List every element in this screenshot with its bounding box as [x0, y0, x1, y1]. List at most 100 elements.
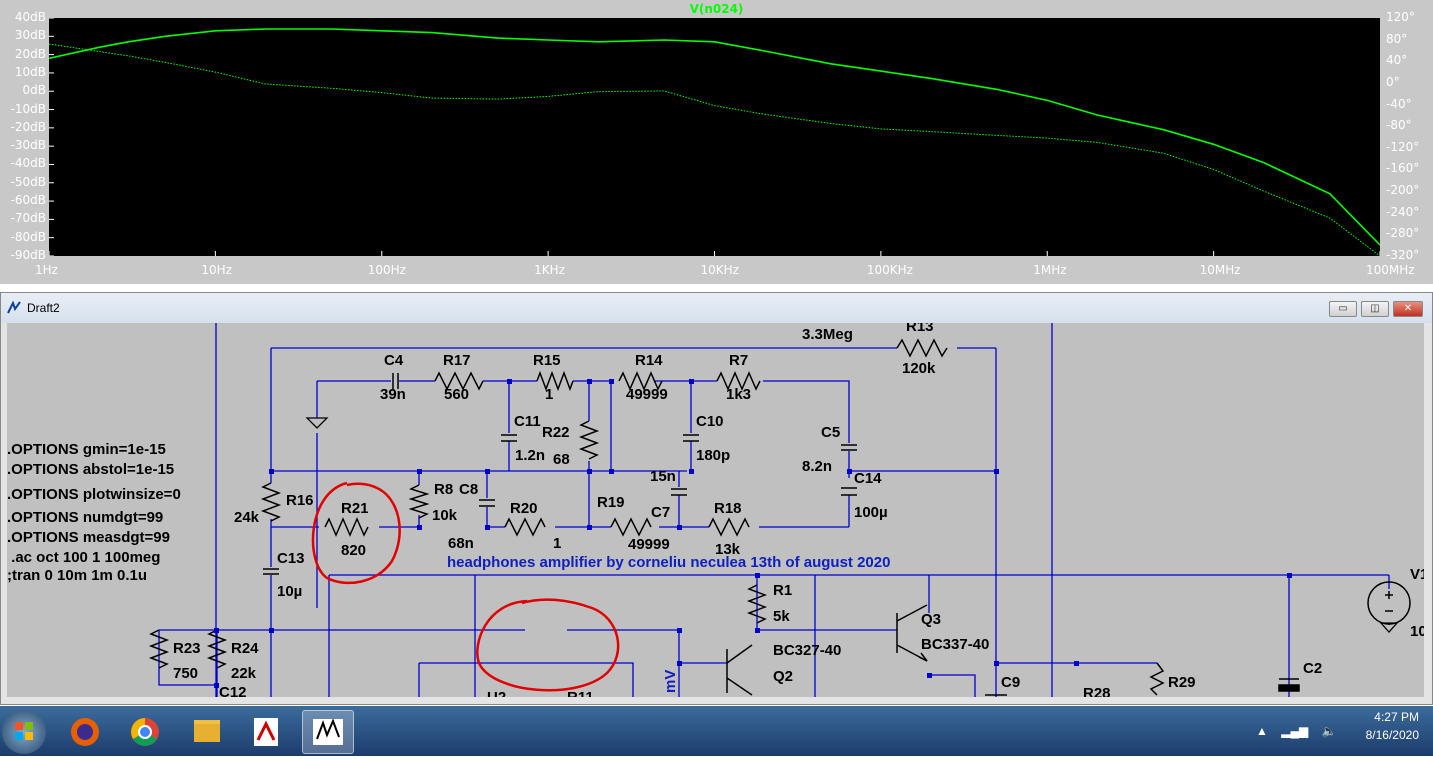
- right-axis-tick: 120°: [1386, 10, 1415, 24]
- label-c14[interactable]: C14: [854, 470, 882, 487]
- label-r28[interactable]: R28: [1083, 685, 1111, 697]
- value-c11[interactable]: 1.2n: [515, 447, 545, 464]
- label-r29[interactable]: R29: [1168, 674, 1196, 691]
- x-axis-tick: 10Hz: [201, 263, 232, 277]
- clock-date[interactable]: 8/16/2020: [1366, 728, 1419, 742]
- value-r18[interactable]: 13k: [715, 541, 740, 558]
- acrobat-icon[interactable]: [242, 710, 292, 752]
- ltspice-taskbar-icon[interactable]: [302, 710, 354, 754]
- label-r11[interactable]: R11: [567, 689, 594, 697]
- directive[interactable]: ;tran 0 10m 1m 0.1u: [7, 567, 147, 584]
- value-q2[interactable]: BC327-40: [773, 642, 841, 659]
- x-axis-tick: 100MHz: [1366, 263, 1415, 277]
- value-r14[interactable]: 49999: [626, 386, 668, 403]
- label-r21[interactable]: R21: [341, 500, 369, 517]
- taskbar: ▲ ▂▄▆ 🔈 4:27 PM 8/16/2020: [0, 706, 1433, 756]
- value-c4[interactable]: 39n: [380, 386, 406, 403]
- value-top[interactable]: 3.3Meg: [802, 326, 853, 343]
- firefox-icon[interactable]: [60, 710, 110, 752]
- label-r16[interactable]: R16: [286, 492, 314, 509]
- label-q3[interactable]: Q3: [921, 611, 941, 628]
- directive[interactable]: .ac oct 100 1 100meg: [7, 549, 160, 566]
- directive[interactable]: .OPTIONS numdgt=99: [7, 509, 163, 526]
- label-c4[interactable]: C4: [384, 352, 403, 369]
- label-r19[interactable]: R19: [597, 494, 625, 511]
- label-r7[interactable]: R7: [729, 352, 748, 369]
- label-r24[interactable]: R24: [231, 640, 259, 657]
- window-title: Draft2: [27, 301, 60, 315]
- value-r13[interactable]: 120k: [902, 360, 935, 377]
- file-explorer-icon[interactable]: [182, 710, 232, 752]
- left-axis-tick: -10dB: [10, 101, 46, 116]
- volume-icon[interactable]: 🔈: [1322, 724, 1337, 738]
- label-c8[interactable]: C8: [459, 481, 478, 498]
- tray-icons[interactable]: ▲ ▂▄▆ 🔈: [1256, 724, 1337, 738]
- value-c5[interactable]: 8.2n: [802, 458, 832, 475]
- value-r19[interactable]: 49999: [628, 536, 670, 553]
- value-r22[interactable]: 68: [553, 451, 570, 468]
- label-mv[interactable]: mV: [662, 670, 679, 693]
- label-r17[interactable]: R17: [443, 352, 471, 369]
- label-c12[interactable]: C12: [219, 684, 247, 697]
- right-axis-tick: -160°: [1386, 161, 1420, 176]
- value-r17[interactable]: 560: [444, 386, 469, 403]
- label-r20[interactable]: R20: [510, 500, 538, 517]
- trace-name[interactable]: V(n024): [0, 2, 1433, 16]
- label-r15[interactable]: R15: [533, 352, 561, 369]
- value-c14[interactable]: 100µ: [854, 504, 888, 521]
- close-button[interactable]: ✕: [1393, 301, 1423, 317]
- value-c10[interactable]: 180p: [696, 447, 730, 464]
- value-r23[interactable]: 750: [173, 665, 198, 682]
- directive[interactable]: .OPTIONS abstol=1e-15: [7, 461, 174, 478]
- label-c13[interactable]: C13: [277, 550, 305, 567]
- schematic-canvas[interactable]: .OPTIONS gmin=1e-15 .OPTIONS abstol=1e-1…: [7, 323, 1424, 697]
- value-c7[interactable]: 15n: [650, 468, 676, 485]
- label-r18[interactable]: R18: [714, 500, 742, 517]
- label-c9[interactable]: C9: [1001, 674, 1020, 691]
- label-q2[interactable]: Q2: [773, 668, 793, 685]
- pane-separator[interactable]: [0, 284, 1433, 292]
- value-c8[interactable]: 68n: [448, 535, 474, 552]
- value-r15[interactable]: 1: [545, 386, 553, 403]
- right-axis-tick: 40°: [1386, 53, 1408, 68]
- value-c13[interactable]: 10µ: [277, 583, 302, 600]
- value-r8[interactable]: 10k: [432, 507, 457, 524]
- label-r23[interactable]: R23: [173, 640, 201, 657]
- windows-logo-icon: [15, 722, 33, 740]
- chrome-icon[interactable]: [120, 710, 170, 752]
- show-hidden-icon[interactable]: ▲: [1256, 724, 1268, 738]
- restore-button[interactable]: ◫: [1361, 301, 1389, 317]
- start-button[interactable]: [2, 710, 46, 754]
- directive[interactable]: .OPTIONS plotwinsize=0: [7, 486, 181, 503]
- x-axis-tick: 100KHz: [866, 263, 913, 277]
- label-r8[interactable]: R8: [434, 481, 453, 498]
- value-q3[interactable]: BC337-40: [921, 636, 989, 653]
- clock-time[interactable]: 4:27 PM: [1374, 710, 1419, 724]
- label-v1[interactable]: V1: [1410, 566, 1424, 583]
- value-v1[interactable]: 10: [1410, 623, 1424, 640]
- value-r21[interactable]: 820: [341, 542, 366, 559]
- label-c7[interactable]: C7: [651, 504, 670, 521]
- directive[interactable]: .OPTIONS gmin=1e-15: [7, 441, 166, 458]
- label-r22[interactable]: R22: [542, 424, 570, 441]
- window-titlebar[interactable]: Draft2 ▭ ◫ ✕: [1, 293, 1432, 323]
- label-c5[interactable]: C5: [821, 424, 840, 441]
- value-r20[interactable]: 1: [553, 535, 561, 552]
- label-c10[interactable]: C10: [696, 413, 724, 430]
- label-c11[interactable]: C11: [514, 413, 541, 430]
- left-axis-tick: -30dB: [10, 138, 46, 153]
- label-r13[interactable]: R13: [906, 323, 934, 335]
- label-u2[interactable]: U2: [487, 689, 506, 697]
- label-r1[interactable]: R1: [773, 582, 792, 599]
- value-r24[interactable]: 22k: [231, 665, 256, 682]
- value-r1[interactable]: 5k: [773, 608, 790, 625]
- label-c2[interactable]: C2: [1303, 660, 1322, 677]
- minimize-button[interactable]: ▭: [1329, 301, 1357, 317]
- plot-area[interactable]: [48, 17, 1381, 257]
- value-r16[interactable]: 24k: [234, 509, 259, 526]
- label-r14[interactable]: R14: [635, 352, 663, 369]
- directive[interactable]: .OPTIONS measdgt=99: [7, 529, 170, 546]
- value-r7[interactable]: 1k3: [726, 386, 751, 403]
- schematic-comment[interactable]: headphones amplifier by corneliu neculea…: [447, 554, 890, 571]
- network-icon[interactable]: ▂▄▆: [1281, 724, 1308, 738]
